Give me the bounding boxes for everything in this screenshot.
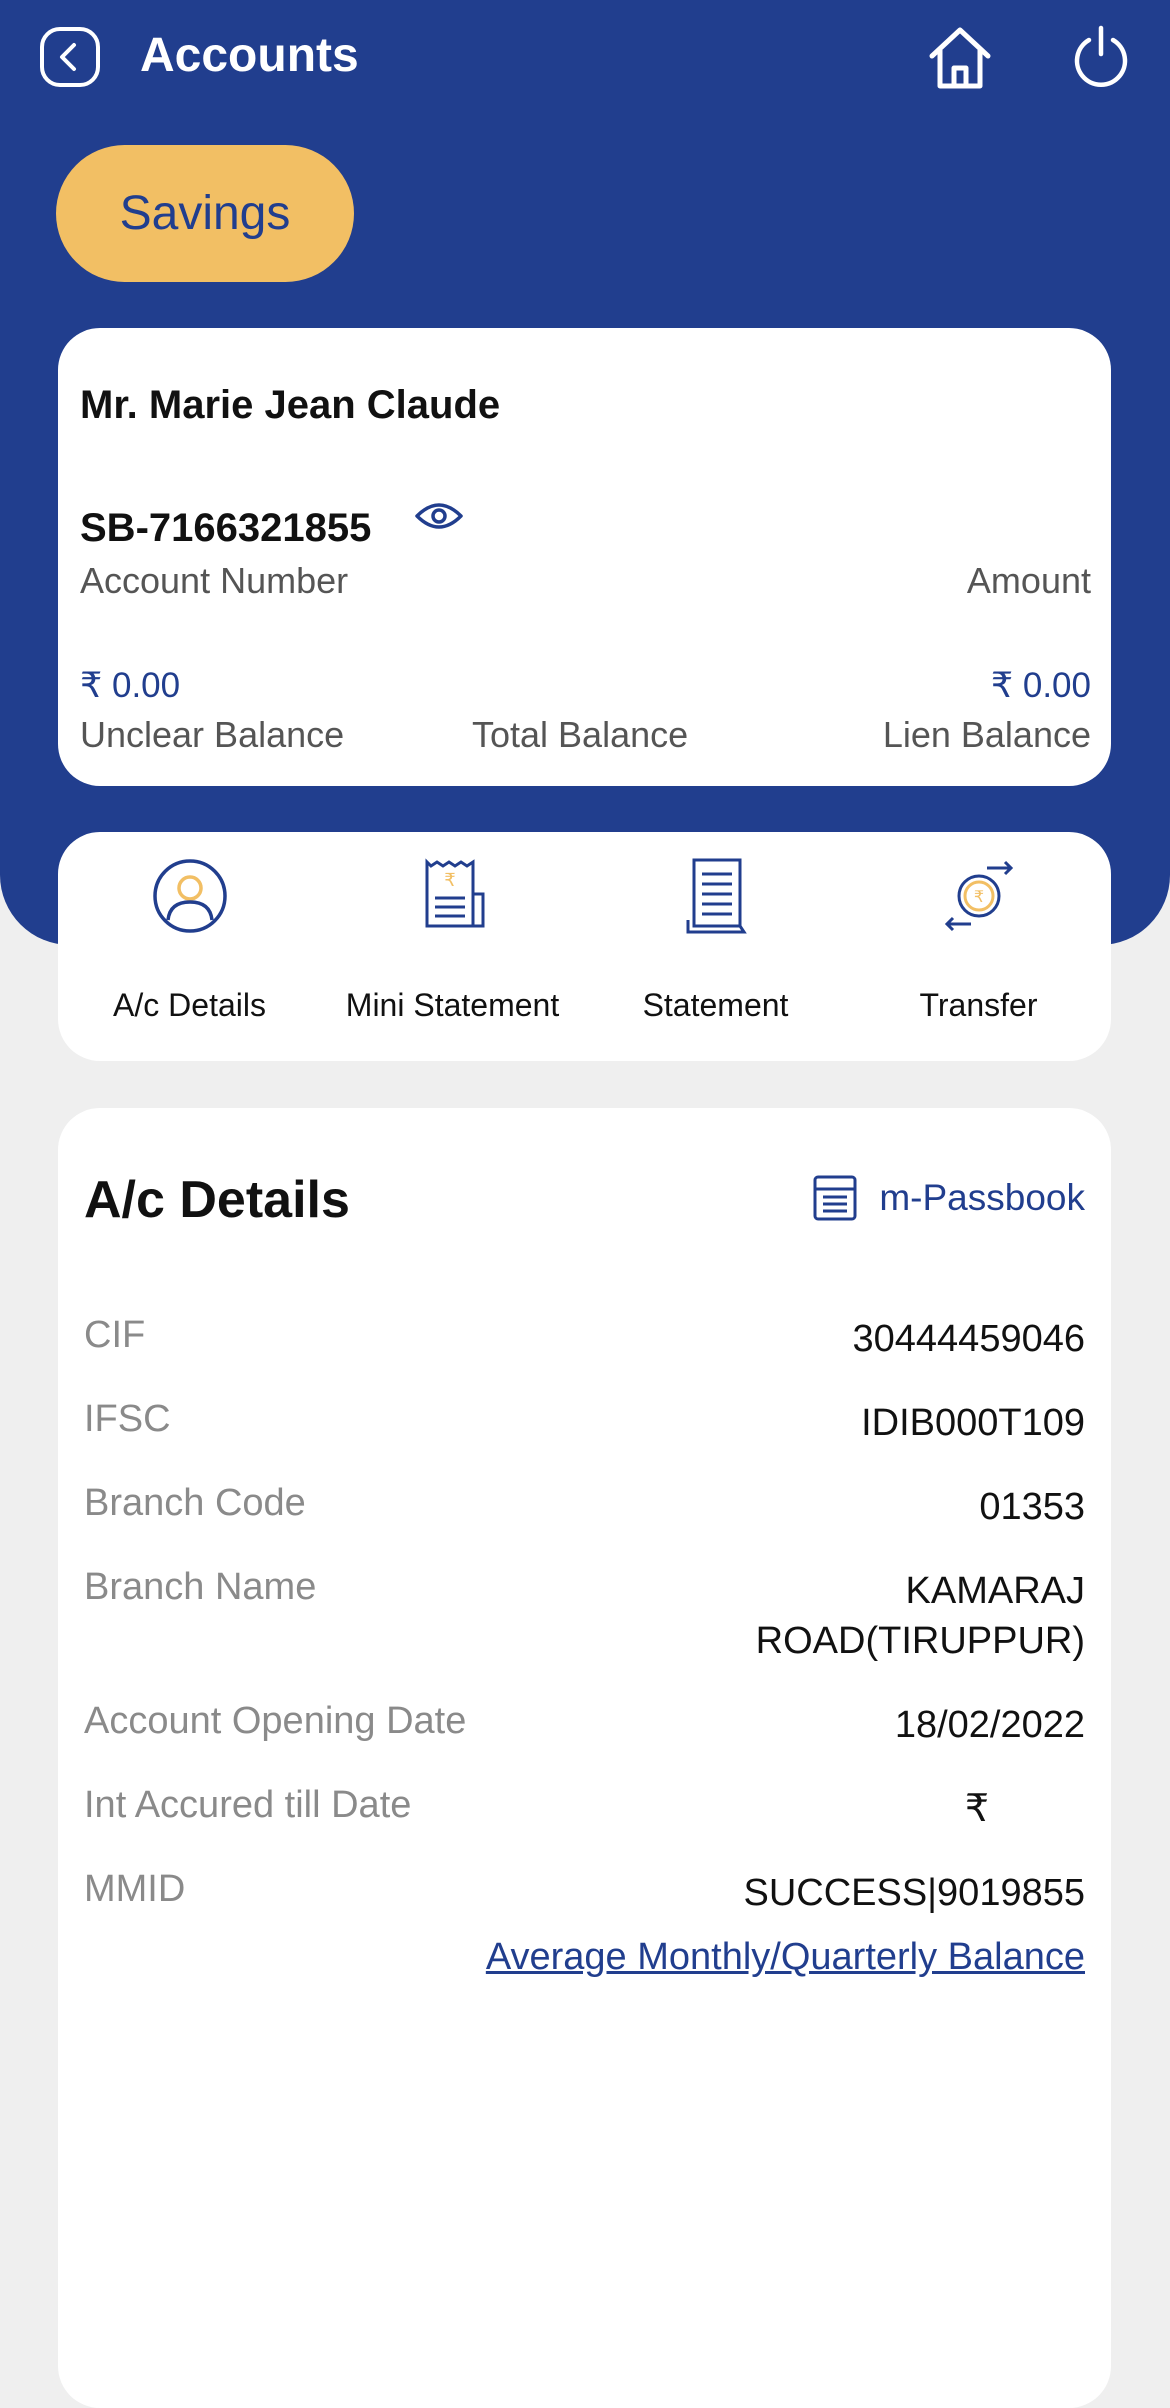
home-button[interactable] xyxy=(924,22,996,94)
action-label: Statement xyxy=(642,987,789,1023)
account-holder-name: Mr. Marie Jean Claude xyxy=(80,383,501,427)
power-icon xyxy=(1074,25,1128,87)
user-circle-icon xyxy=(152,859,227,933)
quick-actions-bar: A/c Details ₹ Mini Statement Statement ₹… xyxy=(58,832,1111,1061)
amount-label: Amount xyxy=(966,560,1091,601)
action-statement[interactable]: Statement xyxy=(584,832,847,1061)
page-title: Accounts xyxy=(140,29,359,82)
detail-value: SUCCESS|9019855 xyxy=(743,1872,1085,1914)
detail-value: 18/02/2022 xyxy=(894,1704,1085,1746)
action-ac-details[interactable]: A/c Details xyxy=(58,832,321,1061)
account-details-card: A/c Details m-Passbook CIF 30444459046 I… xyxy=(58,1108,1111,2408)
transfer-icon: ₹ xyxy=(944,860,1013,932)
detail-value: 01353 xyxy=(979,1486,1085,1528)
action-label: Mini Statement xyxy=(345,987,560,1023)
chevron-left-icon xyxy=(40,27,100,87)
m-passbook-button[interactable]: m-Passbook xyxy=(811,1168,1085,1228)
back-button[interactable] xyxy=(38,25,102,89)
svg-text:₹: ₹ xyxy=(973,887,983,906)
passbook-icon xyxy=(813,1175,857,1221)
detail-label: Branch Name xyxy=(84,1566,317,1608)
details-title: A/c Details xyxy=(84,1171,350,1229)
average-balance-link[interactable]: Average Monthly/Quarterly Balance xyxy=(486,1936,1085,1979)
m-passbook-label: m-Passbook xyxy=(879,1177,1085,1218)
lien-balance-value: ₹ 0.00 xyxy=(990,666,1091,705)
detail-label: CIF xyxy=(84,1314,146,1356)
receipt-icon: ₹ xyxy=(425,858,484,928)
top-bar: Accounts xyxy=(0,0,1170,110)
detail-value: ₹ xyxy=(964,1788,989,1830)
account-summary-card: Mr. Marie Jean Claude SB-7166321855 Acco… xyxy=(58,328,1111,786)
account-number-label: Account Number xyxy=(80,560,349,601)
detail-label: Branch Code xyxy=(84,1482,306,1524)
detail-value: IDIB000T109 xyxy=(861,1402,1085,1444)
detail-label: MMID xyxy=(84,1868,186,1910)
detail-label: IFSC xyxy=(84,1398,171,1440)
unclear-balance-value: ₹ 0.00 xyxy=(80,666,181,705)
document-icon xyxy=(686,858,747,934)
action-mini-statement[interactable]: ₹ Mini Statement xyxy=(321,832,584,1061)
account-number: SB-7166321855 xyxy=(80,506,372,550)
detail-label: Account Opening Date xyxy=(84,1700,467,1742)
detail-label: Int Accured till Date xyxy=(84,1784,412,1826)
unclear-balance-label: Unclear Balance xyxy=(80,714,345,755)
action-transfer[interactable]: ₹ Transfer xyxy=(847,832,1110,1061)
action-label: Transfer xyxy=(919,987,1038,1023)
lien-balance-label: Lien Balance xyxy=(882,714,1091,755)
svg-text:₹: ₹ xyxy=(444,870,455,891)
action-label: A/c Details xyxy=(113,987,266,1023)
total-balance-label: Total Balance xyxy=(472,714,689,755)
detail-value: KAMARAJ ROAD(TIRUPPUR) xyxy=(755,1570,1085,1662)
detail-value: 30444459046 xyxy=(852,1318,1085,1360)
eye-icon[interactable] xyxy=(414,498,464,534)
logout-button[interactable] xyxy=(1070,22,1132,90)
home-icon xyxy=(929,27,991,89)
tab-savings[interactable]: Savings xyxy=(56,145,354,282)
